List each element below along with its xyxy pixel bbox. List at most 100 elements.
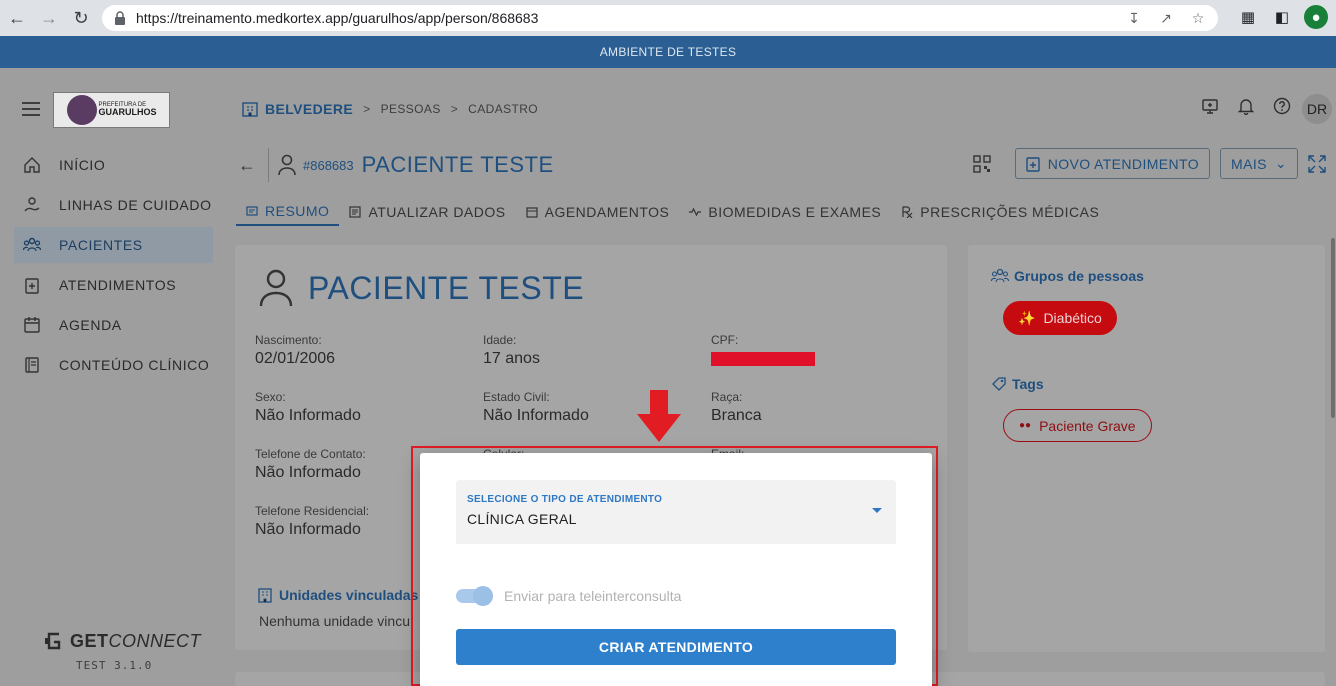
extensions-icon[interactable]: ▦ <box>1236 5 1260 29</box>
breadcrumb-unit: BELVEDERE <box>265 101 354 117</box>
calendar-icon <box>526 207 538 218</box>
brand-light: CONNECT <box>108 630 202 651</box>
breadcrumb-separator: > <box>363 102 371 116</box>
install-icon[interactable]: ↧ <box>1124 8 1144 28</box>
field-race: Raça: Branca <box>711 390 762 424</box>
reload-icon[interactable]: ↻ <box>66 3 96 33</box>
tab-label: ATUALIZAR DADOS <box>368 204 506 220</box>
sidebar-item-conteudo[interactable]: CONTEÚDO CLÍNICO <box>14 347 213 383</box>
browser-toolbar: ← → ↻ https://treinamento.medkortex.app/… <box>0 0 1336 36</box>
app-version: TEST 3.1.0 <box>76 659 153 672</box>
back-arrow-icon[interactable]: ← <box>238 155 260 176</box>
page-title: PACIENTE TESTE <box>361 152 554 177</box>
getconnect-logo-icon <box>45 632 61 650</box>
patients-icon <box>22 235 42 255</box>
sidebar-item-pacientes[interactable]: PACIENTES <box>14 227 213 263</box>
help-icon[interactable] <box>1272 96 1292 116</box>
tab-biomedidas[interactable]: BIOMEDIDAS E EXAMES <box>679 198 891 226</box>
sidebar-item-label: AGENDA <box>59 317 122 333</box>
new-appointment-label: NOVO ATENDIMENTO <box>1047 155 1200 172</box>
sidebar-item-linhas[interactable]: LINHAS DE CUIDADO <box>14 187 213 223</box>
pulse-icon <box>689 207 702 217</box>
tab-resumo[interactable]: RESUMO <box>236 198 340 226</box>
teleconsult-label: Enviar para teleinterconsulta <box>504 588 682 604</box>
share-icon[interactable]: ↗ <box>1156 8 1176 28</box>
patient-tabs: RESUMO ATUALIZAR DADOS AGENDAMENTOS BIOM… <box>236 198 1109 228</box>
sidebar-item-atendimentos[interactable]: ATENDIMENTOS <box>14 267 213 303</box>
prescription-icon <box>902 206 913 218</box>
more-button[interactable]: MAIS ⌄ <box>1220 148 1298 179</box>
tab-label: BIOMEDIDAS E EXAMES <box>708 204 882 220</box>
sidebar-item-label: INÍCIO <box>59 157 106 173</box>
back-arrow-icon[interactable]: ← <box>2 3 32 33</box>
logo-text: GUARULHOS <box>98 107 157 118</box>
profile-icon[interactable]: ● <box>1304 5 1328 29</box>
clipboard-plus-icon <box>1025 156 1040 172</box>
tab-prescricoes[interactable]: PRESCRIÇÕES MÉDICAS <box>891 198 1109 226</box>
create-appointment-button[interactable]: CRIAR ATENDIMENTO <box>456 629 896 665</box>
summary-icon <box>246 206 258 216</box>
select-value: CLÍNICA GERAL <box>467 511 577 527</box>
sidebar-item-label: CONTEÚDO CLÍNICO <box>59 357 210 373</box>
select-label: SELECIONE O TIPO DE ATENDIMENTO <box>467 494 663 505</box>
people-icon: ●● <box>1019 420 1032 431</box>
city-logo[interactable]: PREFEITURA DE GUARULHOS <box>53 92 170 128</box>
field-home-phone: Telefone Residencial: Não Informado <box>255 504 370 538</box>
more-label: MAIS <box>1231 155 1267 172</box>
book-icon <box>22 355 42 375</box>
group-chip-diabetico[interactable]: ✨ Diabético <box>1003 301 1117 335</box>
tag-icon <box>992 377 1006 391</box>
star-icon[interactable]: ☆ <box>1188 8 1208 28</box>
field-cpf: CPF: <box>711 333 815 366</box>
red-arrow-annotation <box>637 390 681 442</box>
groups-title: Grupos de pessoas <box>991 268 1144 284</box>
tab-atualizar-dados[interactable]: ATUALIZAR DADOS <box>339 198 515 226</box>
fullscreen-icon[interactable] <box>1308 154 1326 173</box>
tags-title: Tags <box>991 376 1044 392</box>
caret-down-icon <box>872 508 882 513</box>
summary-name: PACIENTE TESTE <box>308 269 585 306</box>
tab-label: PRESCRIÇÕES MÉDICAS <box>920 204 1100 220</box>
address-bar[interactable]: https://treinamento.medkortex.app/guarul… <box>102 5 1218 31</box>
tab-agendamentos[interactable]: AGENDAMENTOS <box>516 198 680 226</box>
new-appointment-button[interactable]: NOVO ATENDIMENTO <box>1014 148 1211 179</box>
field-age: Idade: 17 anos <box>483 333 540 367</box>
drop-icon: ✨ <box>1018 309 1036 326</box>
breadcrumb-pessoas[interactable]: PESSOAS <box>381 102 441 116</box>
user-avatar[interactable]: DR <box>1302 94 1332 124</box>
person-icon <box>259 269 293 307</box>
breadcrumb-cadastro: CADASTRO <box>468 102 539 116</box>
page-scrollbar[interactable] <box>1331 238 1335 418</box>
sidebar-item-inicio[interactable]: INÍCIO <box>14 147 213 183</box>
test-environment-banner: AMBIENTE DE TESTES <box>0 36 1336 68</box>
appointment-type-select[interactable]: SELECIONE O TIPO DE ATENDIMENTO CLÍNICA … <box>456 480 896 544</box>
cpf-redacted <box>711 352 815 366</box>
tag-chip-paciente-grave[interactable]: ●● Paciente Grave <box>1003 409 1152 442</box>
new-appointment-dialog: SELECIONE O TIPO DE ATENDIMENTO CLÍNICA … <box>420 453 932 686</box>
sidebar-item-agenda[interactable]: AGENDA <box>14 307 213 343</box>
care-lines-icon <box>22 195 42 215</box>
home-icon <box>22 155 42 175</box>
summary-patient-name: PACIENTE TESTE <box>258 268 584 308</box>
patient-header: ← #868683 PACIENTE TESTE <box>238 148 554 182</box>
top-toolbar <box>1200 96 1292 116</box>
people-group-icon <box>991 268 1009 283</box>
qr-code-icon[interactable] <box>972 154 991 173</box>
menu-icon[interactable] <box>22 102 40 116</box>
side-panel-icon[interactable]: ◧ <box>1270 5 1294 29</box>
field-sex: Sexo: Não Informado <box>255 390 361 424</box>
forward-arrow-icon[interactable]: → <box>34 3 64 33</box>
building-icon <box>242 102 258 117</box>
patient-id: #868683 <box>303 157 354 173</box>
field-phone: Telefone de Contato: Não Informado <box>255 447 366 481</box>
lock-icon <box>115 11 125 25</box>
teleconsult-toggle[interactable] <box>456 586 493 606</box>
chevron-down-icon: ⌄ <box>1274 155 1287 171</box>
sidebar-item-label: LINHAS DE CUIDADO <box>59 197 212 213</box>
telemedicine-icon[interactable] <box>1200 96 1220 116</box>
tab-label: AGENDAMENTOS <box>544 204 670 220</box>
bell-icon[interactable] <box>1236 96 1256 116</box>
breadcrumb-separator: > <box>450 102 459 116</box>
header-actions: NOVO ATENDIMENTO MAIS ⌄ <box>972 148 1326 179</box>
clipboard-icon <box>22 275 42 295</box>
